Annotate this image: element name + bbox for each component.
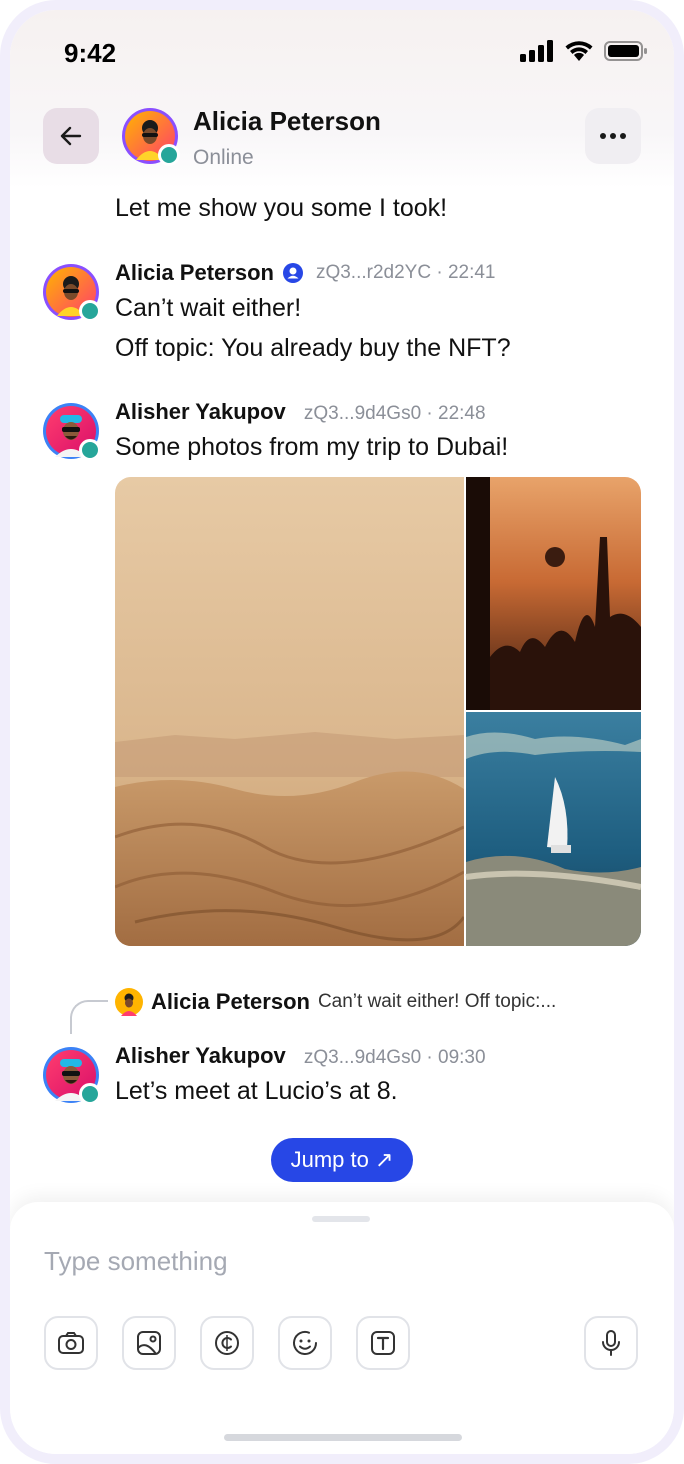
message-text: Let’s meet at Lucio’s at 8. — [115, 1077, 398, 1105]
contact-status: Online — [193, 146, 254, 169]
wifi-icon — [565, 41, 593, 61]
author-name[interactable]: Alisher Yakupov — [115, 399, 286, 424]
message-avatar[interactable] — [43, 264, 101, 322]
more-button[interactable] — [585, 108, 641, 164]
more-icon — [600, 133, 626, 139]
photo-desert[interactable] — [115, 477, 466, 946]
emoji-icon — [293, 1331, 317, 1355]
photo-concert[interactable] — [466, 477, 641, 710]
header-avatar[interactable] — [122, 108, 180, 166]
composer: Type something — [10, 1202, 674, 1454]
author-name[interactable]: Alisher Yakupov — [115, 1043, 286, 1068]
message-text: Off topic: You already buy the NFT? — [115, 334, 511, 362]
reply-preview[interactable]: Alicia Peterson Can’t wait either! Off t… — [115, 988, 556, 1016]
reply-avatar — [115, 988, 143, 1016]
message-meta: zQ3...9d4Gs0 · 09:30 — [303, 1047, 486, 1068]
back-button[interactable] — [43, 108, 99, 164]
photo-dubai[interactable] — [465, 712, 641, 946]
online-indicator — [79, 300, 101, 322]
message-meta: zQ3...r2d2YC · 22:41 — [315, 262, 496, 283]
battery-icon — [604, 41, 647, 61]
message-text: Can’t wait either! — [115, 294, 302, 322]
status-bar: 9:42 — [10, 10, 674, 100]
copyright-icon — [215, 1331, 239, 1355]
text-format-button[interactable] — [356, 1316, 410, 1370]
message-meta: zQ3...9d4Gs0 · 22:48 — [303, 403, 486, 424]
text-format-icon — [371, 1331, 395, 1355]
copyright-button[interactable] — [200, 1316, 254, 1370]
status-time: 9:42 — [64, 38, 117, 68]
online-indicator — [79, 439, 101, 461]
microphone-icon — [602, 1330, 620, 1356]
message-avatar[interactable] — [43, 403, 101, 461]
voice-button[interactable] — [584, 1316, 638, 1370]
home-indicator — [224, 1434, 462, 1441]
message-text: Let me show you some I took! — [115, 194, 448, 222]
reply-author: Alicia Peterson — [151, 989, 310, 1014]
author-name[interactable]: Alicia Peterson — [115, 260, 274, 286]
phone-screen: 9:42 Alicia Peterson Online Let me show … — [0, 0, 684, 1464]
sheet-grabber[interactable] — [312, 1216, 370, 1222]
online-indicator — [79, 1083, 101, 1105]
message-input[interactable]: Type something — [44, 1246, 228, 1277]
contact-name[interactable]: Alicia Peterson — [193, 106, 381, 137]
online-indicator — [158, 144, 180, 166]
gallery-button[interactable] — [122, 1316, 176, 1370]
emoji-button[interactable] — [278, 1316, 332, 1370]
reply-connector — [70, 1000, 108, 1034]
message-header: Alisher Yakupov zQ3...9d4Gs0 · 22:48 — [115, 399, 486, 425]
photo-gallery — [115, 477, 641, 946]
reply-text: Can’t wait either! Off topic:... — [317, 991, 557, 1012]
message-avatar[interactable] — [43, 1047, 101, 1105]
camera-button[interactable] — [44, 1316, 98, 1370]
image-icon — [137, 1331, 161, 1355]
status-icons — [520, 40, 648, 62]
verified-icon — [282, 263, 303, 283]
message-text: Some photos from my trip to Dubai! — [115, 433, 509, 461]
camera-icon — [58, 1332, 84, 1354]
jump-to-button[interactable]: Jump to ↗ — [271, 1138, 413, 1182]
message-header: Alisher Yakupov zQ3...9d4Gs0 · 09:30 — [115, 1043, 486, 1069]
message-header: Alicia Peterson zQ3...r2d2YC · 22:41 — [115, 260, 496, 286]
back-arrow-icon — [60, 126, 82, 146]
signal-icon — [520, 40, 553, 62]
